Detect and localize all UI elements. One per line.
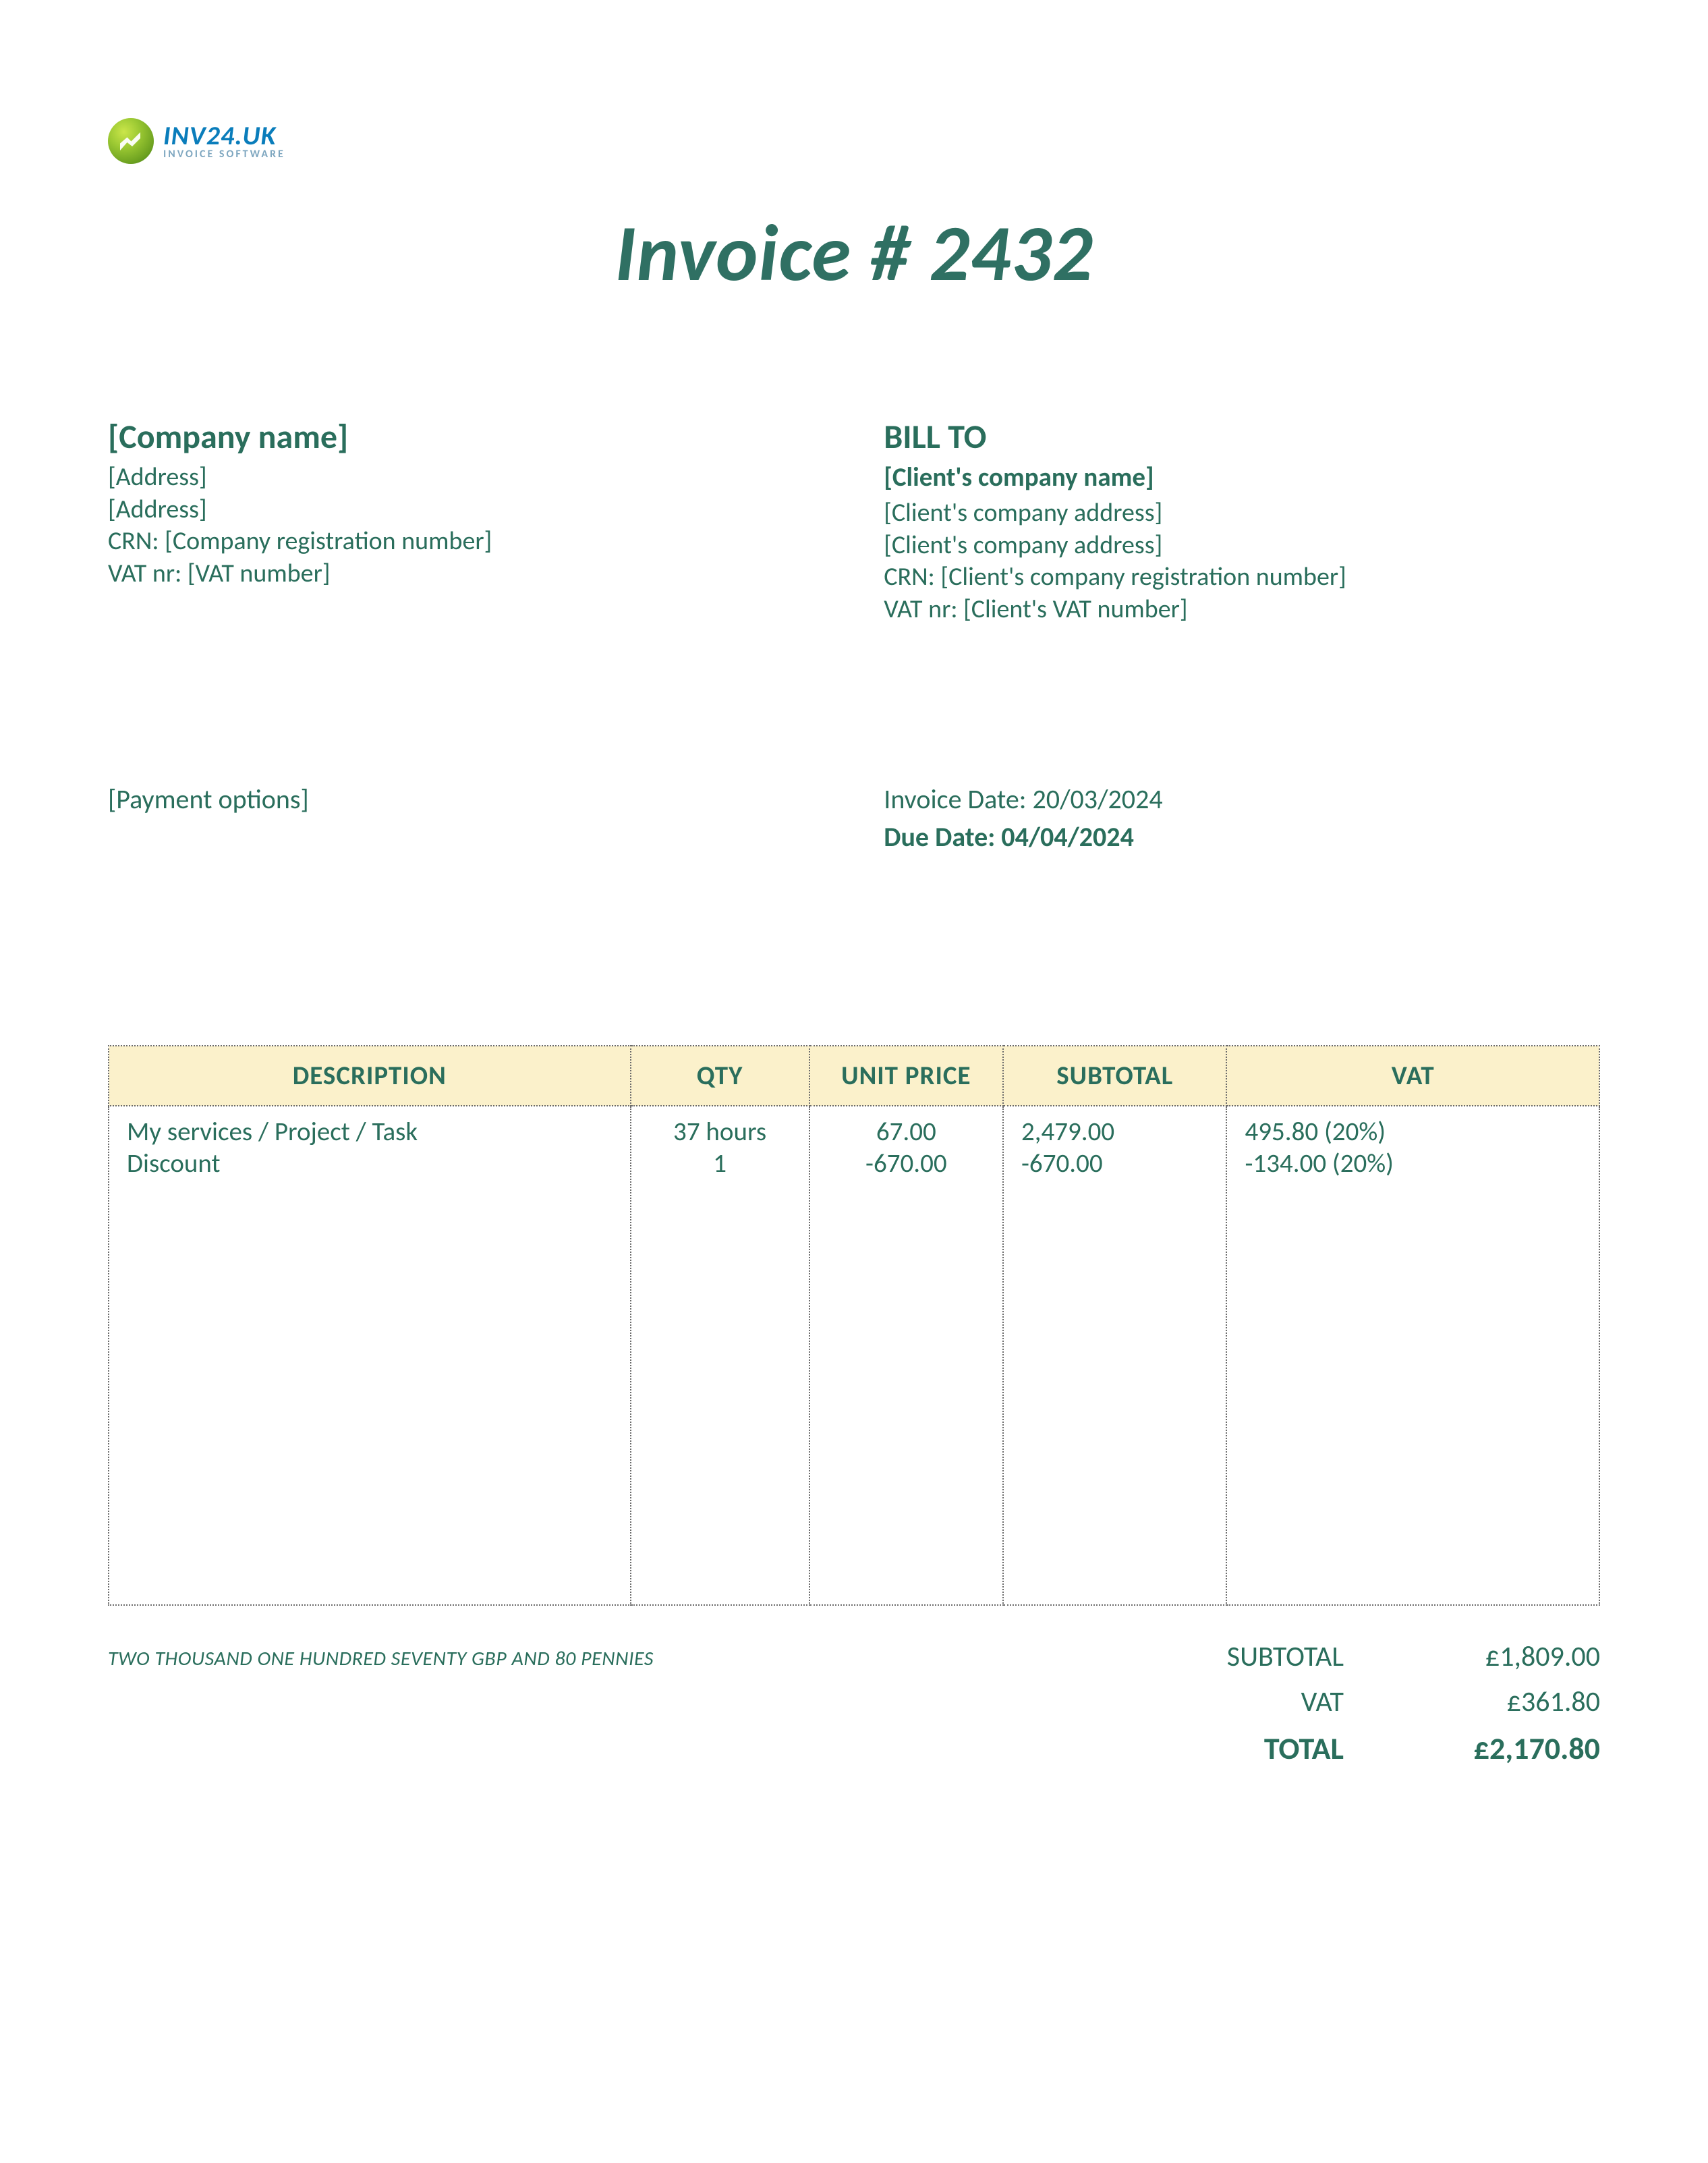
seller-address-1: [Address] <box>108 461 824 494</box>
line-qty: 1 <box>649 1148 791 1179</box>
seller-name: [Company name] <box>108 416 824 457</box>
logo-primary-text: INV24.UK <box>163 122 285 149</box>
line-description: Discount <box>127 1148 613 1179</box>
invoice-title: Invoice # 2432 <box>108 204 1600 302</box>
col-description: DESCRIPTION <box>109 1046 631 1106</box>
vat-label: VAT <box>854 1685 1425 1719</box>
logo-icon <box>108 118 154 164</box>
total-value: £2,170.80 <box>1425 1730 1600 1768</box>
billto-block: BILL TO [Client's company name] [Client'… <box>884 416 1600 625</box>
seller-address-2: [Address] <box>108 494 824 526</box>
col-qty: QTY <box>631 1046 809 1106</box>
table-row: My services / Project / Task Discount 37… <box>109 1106 1599 1605</box>
billto-name: [Client's company name] <box>884 461 1600 493</box>
billto-address-1: [Client's company address] <box>884 497 1600 530</box>
logo-sub-text: INVOICE SOFTWARE <box>163 149 285 160</box>
totals-block: SUBTOTAL £1,809.00 VAT £361.80 TOTAL £2,… <box>854 1634 1600 1773</box>
due-date: Due Date: 04/04/2024 <box>884 818 1600 856</box>
line-description: My services / Project / Task <box>127 1116 613 1148</box>
col-unit-price: UNIT PRICE <box>809 1046 1003 1106</box>
line-vat: 495.80 (20%) <box>1245 1116 1581 1148</box>
subtotal-label: SUBTOTAL <box>854 1639 1425 1674</box>
billto-address-2: [Client's company address] <box>884 530 1600 562</box>
col-vat: VAT <box>1226 1046 1599 1106</box>
amount-in-words: TWO THOUSAND ONE HUNDRED SEVENTY GBP AND… <box>108 1634 654 1671</box>
line-vat: -134.00 (20%) <box>1245 1148 1581 1179</box>
line-unit-price: 67.00 <box>828 1116 985 1148</box>
seller-crn: CRN: [Company registration number] <box>108 526 824 558</box>
line-unit-price: -670.00 <box>828 1148 985 1179</box>
billto-vat: VAT nr: [Client's VAT number] <box>884 594 1600 626</box>
line-items-table: DESCRIPTION QTY UNIT PRICE SUBTOTAL VAT … <box>108 1045 1600 1606</box>
payment-options: [Payment options] <box>108 781 824 818</box>
col-subtotal: SUBTOTAL <box>1003 1046 1227 1106</box>
total-label: TOTAL <box>854 1730 1425 1768</box>
line-qty: 37 hours <box>649 1116 791 1148</box>
subtotal-value: £1,809.00 <box>1425 1639 1600 1674</box>
table-header-row: DESCRIPTION QTY UNIT PRICE SUBTOTAL VAT <box>109 1046 1599 1106</box>
billto-heading: BILL TO <box>884 416 1600 457</box>
line-subtotal: -670.00 <box>1021 1148 1209 1179</box>
billto-crn: CRN: [Client's company registration numb… <box>884 561 1600 594</box>
seller-vat: VAT nr: [VAT number] <box>108 558 824 590</box>
line-subtotal: 2,479.00 <box>1021 1116 1209 1148</box>
vat-value: £361.80 <box>1425 1685 1600 1719</box>
brand-logo: INV24.UK INVOICE SOFTWARE <box>108 118 1600 164</box>
invoice-date: Invoice Date: 20/03/2024 <box>884 781 1600 818</box>
seller-block: [Company name] [Address] [Address] CRN: … <box>108 416 824 625</box>
